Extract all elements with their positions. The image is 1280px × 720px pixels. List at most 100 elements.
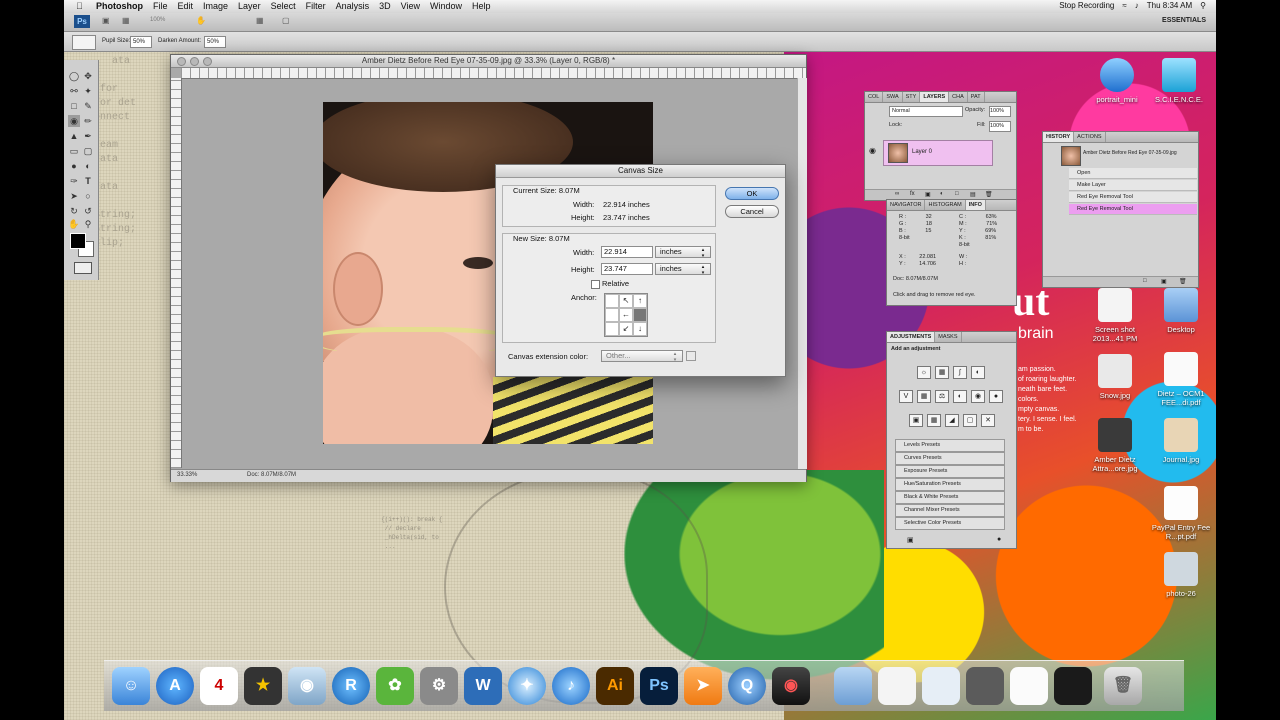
- close-button[interactable]: [177, 57, 186, 66]
- history-snapshot-label[interactable]: Amber Dietz Before Red Eye 07-35-09.jpg: [1083, 150, 1177, 156]
- new-group-icon[interactable]: □: [955, 191, 959, 197]
- tool-preset-picker[interactable]: [72, 35, 96, 50]
- new-layer-icon[interactable]: ▤: [970, 191, 976, 198]
- desktop-icon[interactable]: PayPal Entry Fee R...pt.pdf: [1146, 486, 1216, 541]
- gradient-tool-icon[interactable]: ▢: [82, 145, 94, 157]
- tab-swatches[interactable]: SWA: [883, 92, 903, 102]
- preset-item[interactable]: Exposure Presets: [895, 465, 1005, 478]
- anchor-middle-center-icon[interactable]: ←: [619, 308, 633, 322]
- layer-style-icon[interactable]: fx: [910, 191, 915, 197]
- spotlight-icon[interactable]: ⚲: [1200, 1, 1206, 10]
- history-step[interactable]: Make Layer: [1069, 180, 1197, 191]
- marquee-tool-icon[interactable]: ◯: [68, 70, 80, 82]
- menu-analysis[interactable]: Analysis: [336, 1, 370, 11]
- tab-actions[interactable]: ACTIONS: [1074, 132, 1106, 142]
- minimize-button[interactable]: [190, 57, 199, 66]
- tab-navigator[interactable]: NAVIGATOR: [887, 200, 926, 210]
- clock[interactable]: Thu 8:34 AM: [1147, 1, 1192, 10]
- curves-icon[interactable]: ∫: [953, 366, 967, 379]
- blur-tool-icon[interactable]: ●: [68, 160, 80, 172]
- dock-stack-icon[interactable]: [878, 667, 916, 705]
- menu-window[interactable]: Window: [430, 1, 462, 11]
- delete-layer-icon[interactable]: 🗑: [985, 191, 993, 198]
- adjustment-layer-icon[interactable]: ◐: [940, 191, 944, 197]
- anchor-top-right-icon[interactable]: ↑: [633, 294, 647, 308]
- gradient-map-icon[interactable]: ▢: [963, 414, 977, 427]
- type-tool-icon[interactable]: T: [82, 175, 94, 187]
- menu-edit[interactable]: Edit: [178, 1, 194, 11]
- history-brush-icon[interactable]: ✒: [82, 130, 94, 142]
- foreground-color-swatch[interactable]: [70, 233, 86, 249]
- brightness-contrast-icon[interactable]: ☼: [917, 366, 931, 379]
- layer-mask-icon[interactable]: ▣: [925, 191, 931, 198]
- tab-masks[interactable]: MASKS: [935, 332, 962, 342]
- brush-tool-icon[interactable]: ✏: [82, 115, 94, 127]
- volume-icon[interactable]: ♪: [1135, 1, 1139, 10]
- arrange-documents-icon[interactable]: ▦: [256, 16, 264, 25]
- dock-growl-icon[interactable]: ✿: [376, 667, 414, 705]
- new-snapshot-icon[interactable]: ▣: [1161, 278, 1167, 285]
- new-document-from-state-icon[interactable]: □: [1143, 278, 1147, 284]
- dock-folder-icon[interactable]: [834, 667, 872, 705]
- history-step-current[interactable]: Red Eye Removal Tool: [1069, 204, 1197, 215]
- dock-safari-icon[interactable]: ✦: [508, 667, 546, 705]
- posterize-icon[interactable]: ▦: [927, 414, 941, 427]
- desktop-icon[interactable]: Desktop: [1146, 288, 1216, 334]
- color-balance-icon[interactable]: ⚖: [935, 390, 949, 403]
- zoom-level[interactable]: 100%: [150, 17, 165, 23]
- stamp-tool-icon[interactable]: ▲: [68, 130, 80, 142]
- apple-menu-icon[interactable]: : [76, 1, 83, 11]
- height-field[interactable]: 23.747: [601, 263, 653, 275]
- anchor-middle-left[interactable]: [605, 308, 619, 322]
- layer-row-layer-0[interactable]: Layer 0: [883, 140, 993, 166]
- menu-help[interactable]: Help: [472, 1, 491, 11]
- desktop-icon[interactable]: Amber Dietz Attra...ore.jpg: [1080, 418, 1150, 473]
- move-tool-icon[interactable]: ✥: [82, 70, 94, 82]
- history-snapshot-thumbnail[interactable]: [1061, 146, 1081, 166]
- preset-item[interactable]: Black & White Presets: [895, 491, 1005, 504]
- dock-system-preferences-icon[interactable]: ⚙: [420, 667, 458, 705]
- anchor-top-left[interactable]: [605, 294, 619, 308]
- exposure-icon[interactable]: ◐: [971, 366, 985, 379]
- dock-word-icon[interactable]: W: [464, 667, 502, 705]
- tab-info[interactable]: INFO: [965, 200, 986, 210]
- menu-view[interactable]: View: [401, 1, 420, 11]
- threshold-icon[interactable]: ◢: [945, 414, 959, 427]
- dock-stack-icon[interactable]: [922, 667, 960, 705]
- darken-amount-field[interactable]: 50%: [204, 36, 226, 48]
- anchor-bottom-left[interactable]: [605, 322, 619, 336]
- desktop-icon[interactable]: Snow.jpg: [1080, 354, 1150, 400]
- dock-itunes-icon[interactable]: ♪: [552, 667, 590, 705]
- preset-item[interactable]: Levels Presets: [895, 439, 1005, 452]
- channel-mixer-icon[interactable]: ●: [989, 390, 1003, 403]
- height-unit-select[interactable]: inches: [655, 263, 711, 276]
- tab-paths[interactable]: PAT: [968, 92, 985, 102]
- tab-styles[interactable]: STY: [903, 92, 921, 102]
- screen-mode-icon[interactable]: ▢: [282, 16, 290, 25]
- vibrance-icon[interactable]: V: [899, 390, 913, 403]
- menu-filter[interactable]: Filter: [306, 1, 326, 11]
- document-titlebar[interactable]: Amber Dietz Before Red Eye 07-35-09.jpg …: [171, 55, 806, 68]
- dock-iphoto-icon[interactable]: ◉: [288, 667, 326, 705]
- menu-app[interactable]: Photoshop: [96, 1, 143, 11]
- desktop-icon[interactable]: Screen shot 2013...41 PM: [1080, 288, 1150, 343]
- recording-status[interactable]: Stop Recording: [1059, 1, 1114, 10]
- document-zoom[interactable]: 33.33%: [177, 472, 197, 478]
- launch-bridge-icon[interactable]: ▣: [102, 16, 110, 25]
- shape-tool-icon[interactable]: ○: [82, 190, 94, 202]
- preset-item[interactable]: Selective Color Presets: [895, 517, 1005, 530]
- magic-wand-icon[interactable]: ✦: [82, 85, 94, 97]
- dodge-tool-icon[interactable]: ◐: [82, 160, 94, 172]
- zoom-tool-icon[interactable]: ⚲: [82, 218, 94, 230]
- anchor-bottom-right-icon[interactable]: ↓: [633, 322, 647, 336]
- width-unit-select[interactable]: inches: [655, 246, 711, 259]
- levels-icon[interactable]: ▦: [935, 366, 949, 379]
- eraser-tool-icon[interactable]: ▭: [68, 145, 80, 157]
- anchor-top-center-icon[interactable]: ↖: [619, 294, 633, 308]
- hand-tool-icon[interactable]: ✋: [196, 16, 206, 25]
- dock-stack-icon[interactable]: [966, 667, 1004, 705]
- black-white-icon[interactable]: ◐: [953, 390, 967, 403]
- menu-file[interactable]: File: [153, 1, 168, 11]
- workspace-switcher[interactable]: ESSENTIALS: [1162, 17, 1206, 24]
- relative-checkbox[interactable]: [591, 280, 600, 289]
